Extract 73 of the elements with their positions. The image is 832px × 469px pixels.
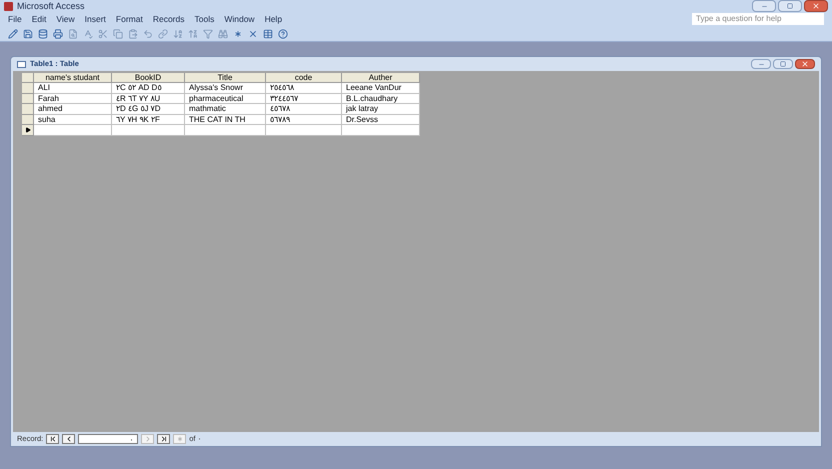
first-record-button[interactable] [46, 434, 60, 444]
row-selector[interactable] [22, 125, 34, 136]
column-header[interactable]: Auther [342, 73, 420, 83]
paste-icon[interactable] [128, 28, 138, 38]
table-icon[interactable] [263, 28, 273, 38]
sort-descending-icon[interactable] [188, 28, 198, 38]
maximize-icon [780, 61, 786, 67]
table-cell: ٤٥٦٧٨ [266, 104, 342, 114]
table-cell: Dr.Sevss [342, 114, 420, 125]
delete-record-icon[interactable] [248, 28, 258, 38]
maximize-icon [787, 3, 793, 9]
table-cell: Alyssa's Snowr [185, 83, 266, 94]
table-cell: ٢C ٥٢ AD D٥ [112, 83, 185, 94]
last-record-button[interactable] [157, 434, 170, 444]
print-preview-icon[interactable] [68, 28, 78, 38]
table-cell: ٢٥٤٥٦٨ [266, 83, 342, 94]
last-icon [160, 435, 168, 443]
table-cell: Farah [34, 94, 112, 104]
menu-item[interactable]: Help [264, 14, 282, 24]
close-icon [812, 2, 820, 10]
menu-item[interactable]: Insert [84, 14, 106, 24]
table-cell: THE CAT IN TH [185, 114, 266, 125]
close-icon [801, 60, 809, 68]
copy-icon[interactable] [113, 28, 123, 38]
column-header[interactable]: BookID [112, 73, 185, 83]
previous-record-button[interactable] [62, 434, 76, 444]
current-record-icon [24, 126, 30, 133]
find-icon[interactable] [218, 28, 228, 38]
menu-item[interactable]: Tools [194, 14, 214, 24]
print-icon[interactable] [53, 28, 63, 38]
table-cell: ٤R ٦T ٧Y ٨U [112, 94, 185, 104]
menu-item[interactable]: Edit [32, 14, 46, 24]
table-cell: pharmaceutical [185, 94, 266, 104]
table-cell: ahmed [34, 104, 112, 114]
first-icon [48, 435, 57, 443]
close-button[interactable] [795, 59, 815, 69]
table-cell: suha [34, 114, 112, 125]
design-icon[interactable] [8, 28, 18, 38]
table-cell: ٣٢٤٤٥٦٧ [266, 94, 342, 104]
menu-item[interactable]: File [8, 14, 22, 24]
table-cell: jak latray [342, 104, 420, 114]
save-icon[interactable] [23, 28, 33, 38]
table-cell: ٥٦٧٨٩ [266, 114, 342, 125]
spelling-icon[interactable] [83, 28, 93, 38]
table-cell: ٢D ٤G ٥J ٧D [112, 104, 185, 114]
table-cell: B.L.chaudhary [342, 94, 420, 104]
column-header[interactable]: code [266, 73, 342, 83]
menu-item[interactable]: Window [224, 14, 255, 24]
new-record-icon[interactable] [233, 28, 243, 38]
access-logo-icon [4, 2, 13, 10]
help-icon[interactable] [278, 28, 288, 38]
database-icon[interactable] [38, 28, 48, 38]
column-header[interactable]: Title [185, 73, 266, 83]
column-header[interactable]: name's studant [34, 73, 112, 83]
table-cell: mathmatic [185, 104, 266, 114]
menu-item[interactable]: View [56, 14, 75, 24]
asterisk-icon [176, 435, 184, 443]
menu-item[interactable]: Records [152, 14, 184, 24]
cut-icon[interactable] [98, 28, 108, 38]
window-title: Microsoft Access [17, 2, 85, 10]
table-icon [17, 60, 26, 68]
sort-ascending-icon[interactable] [173, 28, 183, 38]
menu-item[interactable]: Format [116, 14, 143, 24]
help-search-field[interactable]: Type a question for help [692, 13, 824, 25]
close-button[interactable] [804, 0, 828, 12]
maximize-button[interactable] [773, 59, 793, 69]
maximize-button[interactable] [778, 0, 802, 12]
table-cell: ALI [34, 83, 112, 94]
filter-icon[interactable] [203, 28, 213, 38]
table-cell: Leeane VanDur [342, 83, 420, 94]
link-icon[interactable] [158, 28, 168, 38]
table-cell: ٦Y ٧H ٩K ٢F [112, 114, 185, 125]
undo-icon[interactable] [143, 28, 153, 38]
